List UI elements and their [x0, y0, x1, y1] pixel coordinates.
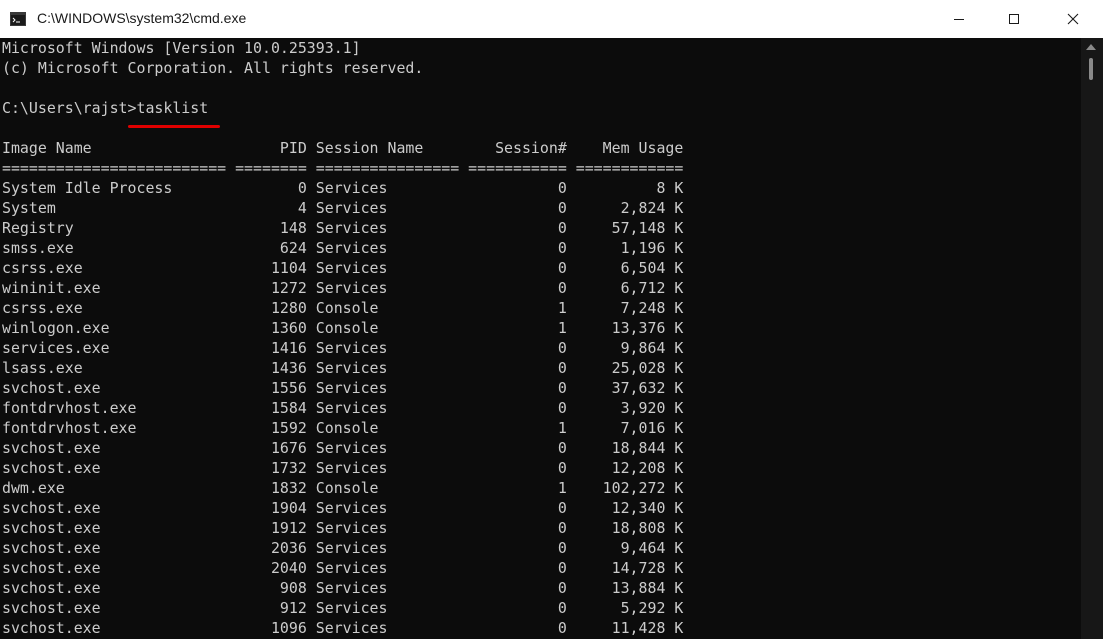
- command-underline-annotation: [128, 125, 220, 128]
- tasklist-row: svchost.exe 2036 Services 0 9,464 K: [2, 539, 684, 557]
- tasklist-separator: ========================= ======== =====…: [2, 159, 684, 177]
- minimize-button[interactable]: [930, 0, 988, 38]
- close-button[interactable]: [1044, 0, 1102, 38]
- vertical-scrollbar[interactable]: [1081, 38, 1103, 639]
- console-output[interactable]: Microsoft Windows [Version 10.0.25393.1]…: [0, 38, 1081, 639]
- title-bar[interactable]: C:\WINDOWS\system32\cmd.exe: [0, 0, 1103, 38]
- tasklist-row: smss.exe 624 Services 0 1,196 K: [2, 239, 684, 257]
- tasklist-row: svchost.exe 1912 Services 0 18,808 K: [2, 519, 684, 537]
- tasklist-row: svchost.exe 1556 Services 0 37,632 K: [2, 379, 684, 397]
- tasklist-row: wininit.exe 1272 Services 0 6,712 K: [2, 279, 684, 297]
- tasklist-row: svchost.exe 1676 Services 0 18,844 K: [2, 439, 684, 457]
- minimize-icon: [954, 19, 964, 20]
- tasklist-row: Registry 148 Services 0 57,148 K: [2, 219, 684, 237]
- tasklist-row: svchost.exe 908 Services 0 13,884 K: [2, 579, 684, 597]
- tasklist-row: svchost.exe 1096 Services 0 11,428 K: [2, 619, 684, 637]
- tasklist-row: svchost.exe 2040 Services 0 14,728 K: [2, 559, 684, 577]
- tasklist-row: winlogon.exe 1360 Console 1 13,376 K: [2, 319, 684, 337]
- console-line: Microsoft Windows [Version 10.0.25393.1]: [2, 39, 361, 57]
- tasklist-row: fontdrvhost.exe 1584 Services 0 3,920 K: [2, 399, 684, 417]
- tasklist-row: svchost.exe 912 Services 0 5,292 K: [2, 599, 684, 617]
- window-title: C:\WINDOWS\system32\cmd.exe: [37, 10, 247, 26]
- tasklist-row: svchost.exe 1732 Services 0 12,208 K: [2, 459, 684, 477]
- tasklist-row: services.exe 1416 Services 0 9,864 K: [2, 339, 684, 357]
- tasklist-row: System Idle Process 0 Services 0 8 K: [2, 179, 684, 197]
- maximize-icon: [1009, 14, 1019, 24]
- tasklist-row: csrss.exe 1104 Services 0 6,504 K: [2, 259, 684, 277]
- tasklist-row: lsass.exe 1436 Services 0 25,028 K: [2, 359, 684, 377]
- command-prompt-line: C:\Users\rajst>tasklist: [2, 99, 209, 117]
- scroll-thumb[interactable]: [1089, 58, 1093, 80]
- console-line: (c) Microsoft Corporation. All rights re…: [2, 59, 424, 77]
- cmd-window: C:\WINDOWS\system32\cmd.exe Microsoft Wi…: [0, 0, 1103, 639]
- tasklist-header: Image Name PID Session Name Session# Mem…: [2, 139, 684, 157]
- scroll-up-arrow-icon[interactable]: [1086, 44, 1096, 50]
- tasklist-row: csrss.exe 1280 Console 1 7,248 K: [2, 299, 684, 317]
- tasklist-row: svchost.exe 1904 Services 0 12,340 K: [2, 499, 684, 517]
- cmd-icon: [10, 12, 26, 26]
- tasklist-row: fontdrvhost.exe 1592 Console 1 7,016 K: [2, 419, 684, 437]
- tasklist-row: dwm.exe 1832 Console 1 102,272 K: [2, 479, 684, 497]
- tasklist-row: System 4 Services 0 2,824 K: [2, 199, 684, 217]
- maximize-button[interactable]: [985, 0, 1043, 38]
- close-icon: [1067, 13, 1079, 25]
